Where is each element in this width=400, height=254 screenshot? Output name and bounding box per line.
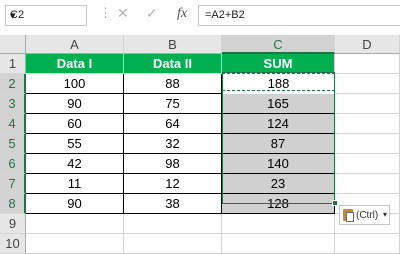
- cell-d1[interactable]: [335, 54, 400, 74]
- clipboard-icon: [343, 209, 354, 222]
- cell-d4[interactable]: [335, 114, 400, 134]
- cell-c9[interactable]: [222, 214, 335, 234]
- cell-b7[interactable]: 12: [124, 174, 222, 194]
- formula-bar-divider: [90, 8, 91, 24]
- enter-icon[interactable]: ✓: [146, 6, 158, 20]
- name-box[interactable]: C2 ▾: [5, 5, 87, 26]
- cell-d2[interactable]: [335, 74, 400, 94]
- cell-d5[interactable]: [335, 134, 400, 154]
- cell-b10[interactable]: [124, 234, 222, 254]
- cell-a8[interactable]: 90: [26, 194, 124, 214]
- cell-b6[interactable]: 98: [124, 154, 222, 174]
- cell-b5[interactable]: 32: [124, 134, 222, 154]
- cell-a9[interactable]: [26, 214, 124, 234]
- header-cell-sum[interactable]: SUM: [222, 54, 335, 74]
- cell-d3[interactable]: [335, 94, 400, 114]
- row-header-2[interactable]: 2: [0, 74, 26, 94]
- cell-a2[interactable]: 100: [26, 74, 124, 94]
- row-header-10[interactable]: 10: [0, 234, 26, 254]
- cell-c7[interactable]: 23: [222, 174, 335, 194]
- row-header-8[interactable]: 8: [0, 194, 26, 214]
- column-header-c[interactable]: C: [222, 35, 335, 54]
- row-header-1[interactable]: 1: [0, 54, 26, 74]
- cell-c3[interactable]: 165: [222, 94, 335, 114]
- chevron-down-icon: ▾: [382, 210, 387, 219]
- cell-b2[interactable]: 88: [124, 74, 222, 94]
- cell-a10[interactable]: [26, 234, 124, 254]
- cell-d10[interactable]: [335, 234, 400, 254]
- cell-c5[interactable]: 87: [222, 134, 335, 154]
- row-header-5[interactable]: 5: [0, 134, 26, 154]
- cell-a7[interactable]: 11: [26, 174, 124, 194]
- cell-c8[interactable]: 128: [222, 194, 335, 214]
- header-cell-data-i[interactable]: Data I: [26, 54, 124, 74]
- cell-a3[interactable]: 90: [26, 94, 124, 114]
- paste-options-label: (Ctrl): [356, 210, 379, 221]
- row-header-3[interactable]: 3: [0, 94, 26, 114]
- paste-options-button[interactable]: (Ctrl) ▾: [339, 205, 390, 225]
- column-header-d[interactable]: D: [335, 35, 400, 54]
- insert-function-icon[interactable]: fx: [177, 6, 187, 22]
- cell-c6[interactable]: 140: [222, 154, 335, 174]
- more-options-icon[interactable]: ⋮: [99, 6, 112, 19]
- chevron-down-icon[interactable]: ▾: [10, 9, 83, 22]
- fill-handle[interactable]: [332, 200, 338, 206]
- column-header-a[interactable]: A: [26, 35, 124, 54]
- cell-c10[interactable]: [222, 234, 335, 254]
- cell-a6[interactable]: 42: [26, 154, 124, 174]
- row-header-6[interactable]: 6: [0, 154, 26, 174]
- cell-a4[interactable]: 60: [26, 114, 124, 134]
- select-all-corner[interactable]: [0, 35, 26, 54]
- cell-b3[interactable]: 75: [124, 94, 222, 114]
- cell-d7[interactable]: [335, 174, 400, 194]
- header-cell-data-ii[interactable]: Data II: [124, 54, 222, 74]
- row-header-7[interactable]: 7: [0, 174, 26, 194]
- cell-b9[interactable]: [124, 214, 222, 234]
- cell-c2[interactable]: 188: [222, 74, 335, 94]
- row-header-9[interactable]: 9: [0, 214, 26, 234]
- cell-b4[interactable]: 64: [124, 114, 222, 134]
- formula-input[interactable]: =A2+B2: [198, 5, 400, 26]
- cell-b8[interactable]: 38: [124, 194, 222, 214]
- formula-text: =A2+B2: [205, 9, 245, 21]
- cell-c4[interactable]: 124: [222, 114, 335, 134]
- cell-a5[interactable]: 55: [26, 134, 124, 154]
- cancel-icon[interactable]: ✕: [117, 6, 129, 20]
- column-header-b[interactable]: B: [124, 35, 222, 54]
- row-header-4[interactable]: 4: [0, 114, 26, 134]
- cell-d6[interactable]: [335, 154, 400, 174]
